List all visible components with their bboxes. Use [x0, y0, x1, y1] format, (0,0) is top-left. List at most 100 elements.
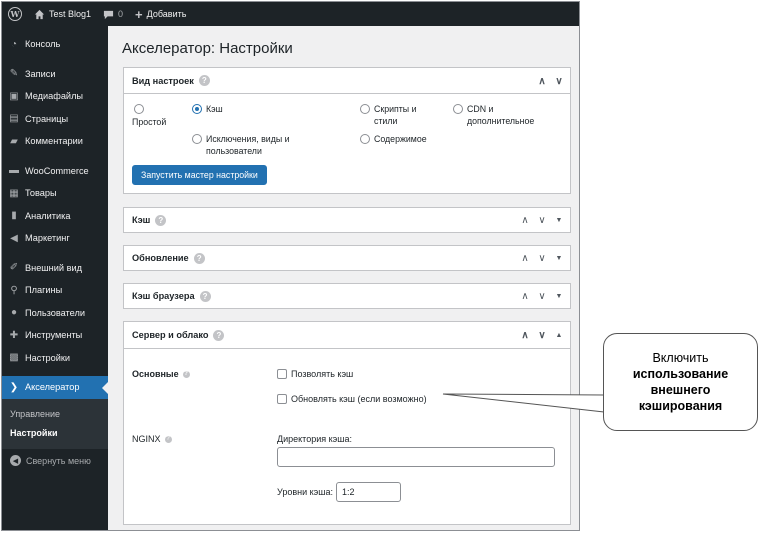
- nginx-label: NGINX ?: [132, 434, 172, 444]
- update-box: Обновление ? ∧ ∨ ▼: [123, 245, 571, 271]
- page-title: Акселератор: Настройки: [122, 40, 293, 57]
- browser-cache-box-title: Кэш браузера: [132, 291, 195, 301]
- cache-box-header[interactable]: Кэш ?: [124, 208, 570, 232]
- sidebar-item-accelerator[interactable]: ❯ Акселератор: [2, 376, 108, 399]
- sidebar-item-console[interactable]: ◔ Консоль: [2, 33, 108, 56]
- sidebar-item-label: Комментарии: [25, 136, 83, 147]
- radio-cdn[interactable]: CDN и дополнительное: [453, 103, 545, 127]
- radio-content[interactable]: Содержимое: [360, 133, 427, 145]
- collapse-menu-button[interactable]: ◀ Свернуть меню: [2, 449, 108, 473]
- radio-label: CDN и дополнительное: [467, 104, 535, 126]
- sidebar-item-label: Медиафайлы: [25, 91, 84, 102]
- server-cloud-box: Сервер и облако ? ∧ ∨ ▲ Основные ? Позво…: [123, 321, 571, 525]
- sidebar-item-products[interactable]: ▦ Товары: [2, 182, 108, 205]
- collapse-menu-label: Свернуть меню: [26, 455, 91, 466]
- home-icon: [34, 9, 45, 19]
- sidebar-item-media[interactable]: ▣ Медиафайлы: [2, 85, 108, 108]
- help-icon[interactable]: ?: [199, 290, 211, 302]
- cache-box-title: Кэш: [132, 215, 151, 225]
- radio-button[interactable]: [192, 134, 202, 144]
- sidebar-item-posts[interactable]: ✎ Записи: [2, 63, 108, 86]
- move-down-icon[interactable]: ∨: [537, 330, 547, 341]
- sidebar-item-appearance[interactable]: ✐ Внешний вид: [2, 257, 108, 280]
- plugins-icon: ⚲: [10, 284, 18, 296]
- users-icon: ●: [10, 307, 18, 319]
- update-cache-option[interactable]: Обновлять кэш (если возможно): [277, 394, 427, 404]
- add-new-link[interactable]: + Добавить: [129, 2, 192, 26]
- radio-cache[interactable]: Кэш: [192, 103, 223, 115]
- browser-cache-box-header[interactable]: Кэш браузера ?: [124, 284, 570, 308]
- sidebar-item-users[interactable]: ● Пользователи: [2, 302, 108, 325]
- sidebar-item-label: Маркетинг: [25, 233, 70, 244]
- help-icon[interactable]: ?: [155, 214, 167, 226]
- radio-button[interactable]: [134, 104, 144, 114]
- wordpress-icon: W: [8, 7, 22, 21]
- radio-button[interactable]: [192, 104, 202, 114]
- move-up-icon[interactable]: ∧: [520, 215, 530, 226]
- update-box-title: Обновление: [132, 253, 189, 263]
- sidebar-item-analytics[interactable]: ▮ Аналитика: [2, 205, 108, 228]
- submenu-item-settings[interactable]: Настройки: [2, 424, 108, 443]
- help-icon[interactable]: ?: [198, 75, 210, 86]
- products-icon: ▦: [9, 187, 19, 199]
- callout-line-2: использование: [632, 367, 729, 381]
- comments-count: 0: [118, 9, 124, 19]
- move-up-icon[interactable]: ∧: [537, 76, 547, 87]
- cache-levels-input[interactable]: [336, 482, 401, 502]
- box-handles: ∧ ∨ ▼: [520, 284, 564, 308]
- move-down-icon[interactable]: ∨: [537, 215, 547, 226]
- sidebar-item-marketing[interactable]: ◀ Маркетинг: [2, 227, 108, 250]
- move-down-icon[interactable]: ∨: [537, 253, 547, 264]
- help-icon[interactable]: ?: [193, 252, 205, 264]
- sidebar-item-settings[interactable]: ▩ Настройки: [2, 347, 108, 370]
- sidebar-item-tools[interactable]: ✚ Инструменты: [2, 324, 108, 347]
- basic-label-text: Основные: [132, 369, 179, 379]
- help-icon[interactable]: ?: [213, 329, 225, 341]
- help-icon[interactable]: ?: [164, 435, 172, 443]
- wp-logo-button[interactable]: W: [2, 2, 28, 26]
- sidebar-item-label: Аналитика: [25, 210, 71, 221]
- update-box-header[interactable]: Обновление ?: [124, 246, 570, 270]
- plus-icon: +: [135, 6, 143, 22]
- server-cloud-header[interactable]: Сервер и облако ? ∧ ∨ ▲: [124, 322, 570, 349]
- allow-cache-option[interactable]: Позволять кэш: [277, 369, 353, 379]
- site-name-link[interactable]: Test Blog1: [28, 2, 97, 26]
- cache-dir-input[interactable]: [277, 447, 555, 467]
- run-wizard-button[interactable]: Запустить мастер настройки: [132, 165, 267, 185]
- comments-link[interactable]: 0: [97, 2, 129, 26]
- radio-exclusions[interactable]: Исключения, виды и пользователи: [192, 133, 310, 157]
- allow-cache-checkbox[interactable]: [277, 369, 287, 379]
- radio-button[interactable]: [453, 104, 463, 114]
- toggle-arrow-icon[interactable]: ▼: [554, 217, 564, 224]
- move-up-icon[interactable]: ∧: [520, 330, 530, 341]
- callout-line-1: Включить: [652, 351, 709, 365]
- radio-button[interactable]: [360, 104, 370, 114]
- update-cache-checkbox[interactable]: [277, 394, 287, 404]
- pin-icon: ✎: [9, 68, 19, 80]
- sidebar-item-plugins[interactable]: ⚲ Плагины: [2, 279, 108, 302]
- view-settings-header[interactable]: Вид настроек ? ∧ ∨: [124, 68, 570, 94]
- sidebar-item-pages[interactable]: ▤ Страницы: [2, 108, 108, 131]
- comment-icon: [103, 10, 114, 19]
- toggle-arrow-icon[interactable]: ▼: [554, 293, 564, 300]
- server-cloud-title: Сервер и облако: [132, 330, 209, 340]
- cache-dir-label: Директория кэша:: [277, 434, 352, 444]
- toggle-arrow-icon[interactable]: ▼: [554, 255, 564, 262]
- submenu-item-manage[interactable]: Управление: [2, 405, 108, 424]
- toggle-arrow-icon[interactable]: ▲: [554, 332, 564, 339]
- help-icon[interactable]: ?: [182, 370, 190, 378]
- sidebar-item-label: Пользователи: [25, 307, 85, 318]
- move-up-icon[interactable]: ∧: [520, 253, 530, 264]
- sidebar-item-comments[interactable]: ▰ Комментарии: [2, 130, 108, 153]
- move-down-icon[interactable]: ∨: [537, 291, 547, 302]
- radio-button[interactable]: [360, 134, 370, 144]
- admin-sidebar: ◔ Консоль ✎ Записи ▣ Медиафайлы ▤ Страницы ▰…: [2, 26, 108, 530]
- sidebar-item-woocommerce[interactable]: ▬ WooCommerce: [2, 160, 108, 183]
- callout-line-3: внешнего: [650, 383, 711, 397]
- sidebar-item-label: Товары: [25, 188, 57, 199]
- move-up-icon[interactable]: ∧: [520, 291, 530, 302]
- annotation-callout: Включить использование внешнего кэширова…: [603, 333, 758, 431]
- radio-simple[interactable]: Простой: [132, 103, 166, 128]
- move-down-icon[interactable]: ∨: [554, 76, 564, 87]
- radio-scripts[interactable]: Скрипты и стили: [360, 103, 440, 127]
